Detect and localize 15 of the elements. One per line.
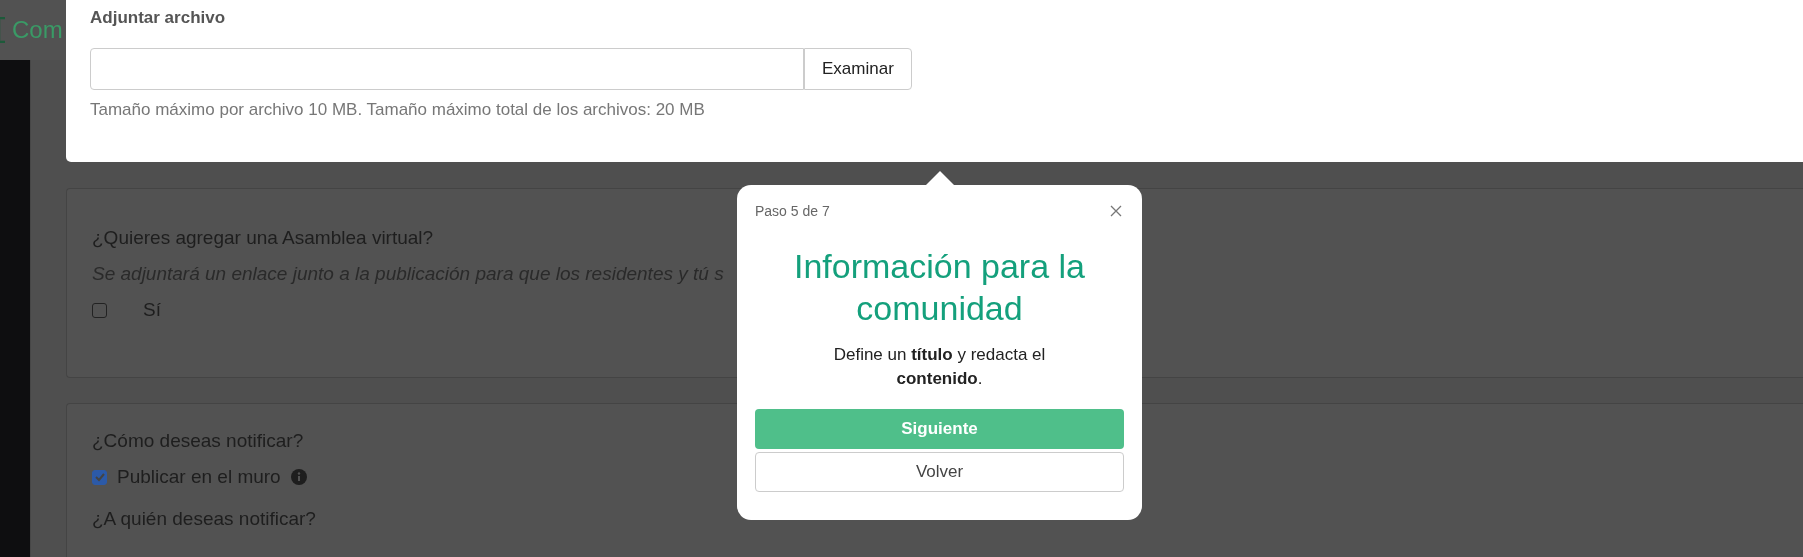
- back-button[interactable]: Volver: [755, 452, 1124, 492]
- browse-button[interactable]: Examinar: [804, 48, 912, 90]
- checkbox[interactable]: [92, 302, 107, 318]
- file-field[interactable]: [90, 48, 804, 90]
- info-icon[interactable]: [290, 469, 307, 485]
- next-button[interactable]: Siguiente: [755, 409, 1124, 449]
- step-counter: Paso 5 de 7: [755, 203, 830, 219]
- file-size-hint: Tamaño máximo por archivo 10 MB. Tamaño máximo total de los archivos: 20 MB: [90, 100, 706, 120]
- attachment-label: Adjuntar archivo: [90, 8, 227, 28]
- logo-text[interactable]: Com: [12, 16, 63, 44]
- close-icon[interactable]: [1110, 205, 1122, 217]
- checkbox[interactable]: [92, 469, 107, 485]
- popover-text: Define un título y redacta el contenido.: [832, 344, 1047, 390]
- logo-icon: [0, 17, 6, 43]
- popover-title: Información para la comunidad: [792, 246, 1086, 329]
